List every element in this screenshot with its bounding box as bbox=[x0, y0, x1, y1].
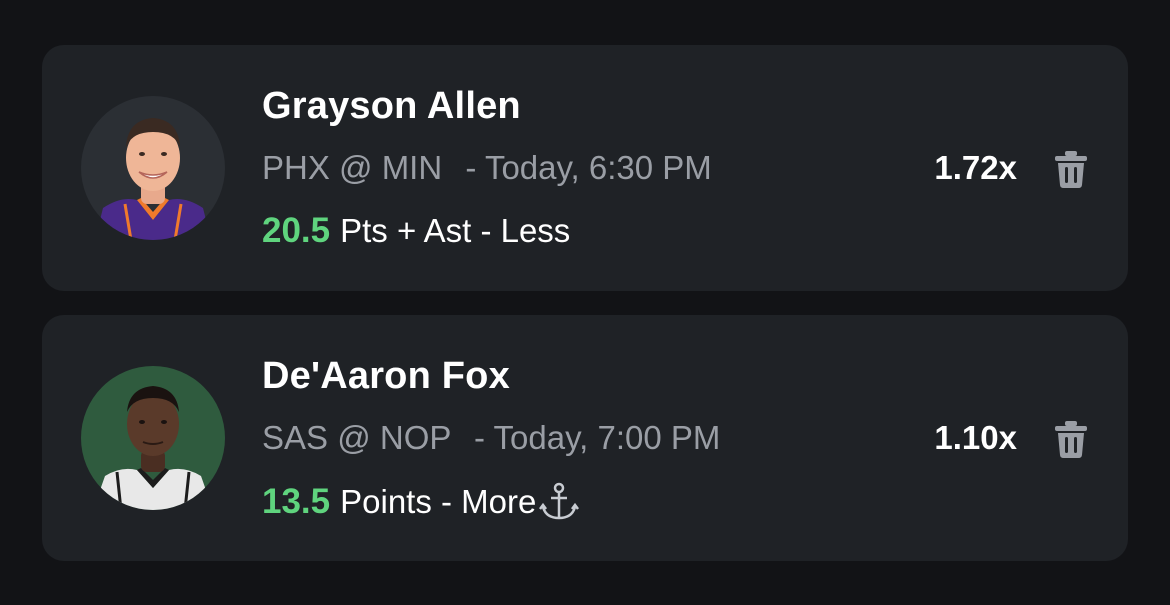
player-name: De'Aaron Fox bbox=[262, 355, 510, 397]
pick-card[interactable]: De'Aaron Fox SAS @ NOP - Today, 7:00 PM … bbox=[42, 315, 1128, 561]
game-time: Today, 7:00 PM bbox=[493, 419, 721, 456]
trash-icon bbox=[1055, 151, 1087, 188]
line-value: 13.5 bbox=[262, 482, 331, 521]
pick-card[interactable]: Grayson Allen PHX @ MIN - Today, 6:30 PM… bbox=[42, 45, 1128, 291]
stat-selection: Pts + Ast - Less bbox=[340, 212, 571, 249]
trash-icon bbox=[1055, 421, 1087, 458]
anchor-icon bbox=[538, 481, 580, 523]
player-headshot bbox=[81, 366, 225, 510]
delete-pick-button[interactable] bbox=[1053, 419, 1089, 459]
matchup: PHX @ MIN bbox=[262, 149, 443, 186]
player-avatar bbox=[81, 366, 225, 510]
payout-multiplier: 1.72x bbox=[934, 149, 1017, 186]
projection-line: 13.5 Points - More bbox=[262, 481, 580, 523]
player-headshot bbox=[81, 96, 225, 240]
game-info: PHX @ MIN - Today, 6:30 PM bbox=[262, 149, 712, 187]
projection-line: 20.5 Pts + Ast - Less bbox=[262, 211, 570, 251]
game-info: SAS @ NOP - Today, 7:00 PM bbox=[262, 419, 720, 457]
delete-pick-button[interactable] bbox=[1053, 149, 1089, 189]
line-value: 20.5 bbox=[262, 211, 331, 250]
separator: - bbox=[465, 149, 477, 186]
player-avatar bbox=[81, 96, 225, 240]
stat-selection: Points - More bbox=[340, 483, 537, 520]
separator: - bbox=[473, 419, 485, 456]
game-time: Today, 6:30 PM bbox=[484, 149, 712, 186]
matchup: SAS @ NOP bbox=[262, 419, 451, 456]
pick-list: Grayson Allen PHX @ MIN - Today, 6:30 PM… bbox=[0, 0, 1170, 605]
player-name: Grayson Allen bbox=[262, 85, 521, 127]
payout-multiplier: 1.10x bbox=[934, 419, 1017, 456]
